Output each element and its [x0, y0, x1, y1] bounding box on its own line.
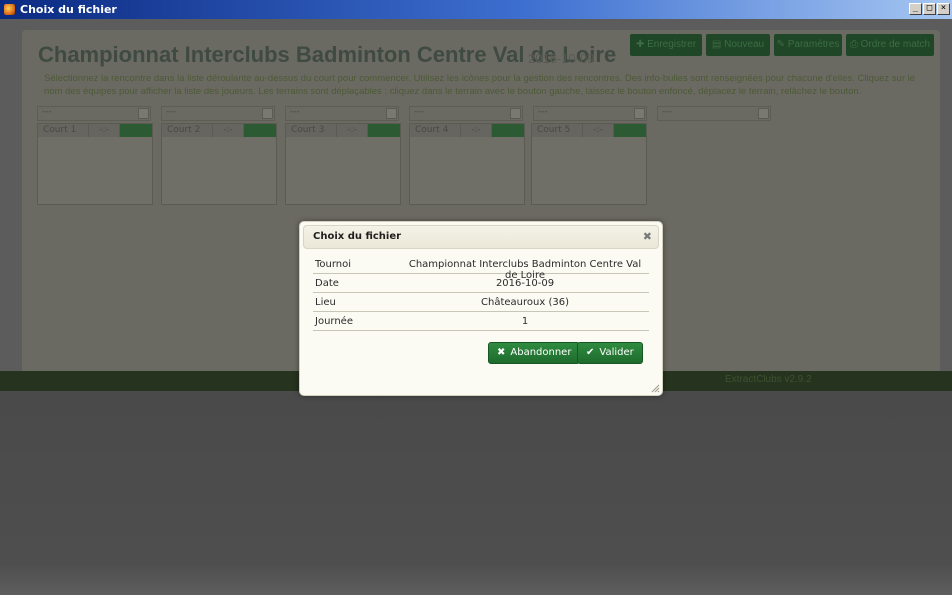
validate-button-label: Valider	[599, 347, 634, 358]
row-value: 1	[521, 316, 529, 327]
window-controls: _ □ ×	[909, 3, 950, 15]
info-row-date: Date 2016-10-09	[313, 275, 649, 293]
court-header: Court 1 -:-	[38, 124, 152, 137]
file-choice-dialog: Choix du fichier ✖ Tournoi Championnat I…	[299, 221, 663, 396]
info-row-journee: Journée 1	[313, 313, 649, 331]
court-name: Court 1	[43, 125, 77, 135]
court-name: Court 2	[167, 125, 201, 135]
court-1[interactable]: Court 1 -:-	[37, 123, 153, 205]
save-icon: ✚	[635, 39, 648, 50]
court-name: Court 4	[415, 125, 449, 135]
version-label: ExtractClubs v2.9.2	[725, 374, 812, 385]
dialog-title: Choix du fichier	[313, 231, 402, 242]
chevron-down-icon	[510, 108, 521, 119]
row-label: Journée	[315, 316, 353, 327]
court-2[interactable]: Court 2 -:-	[161, 123, 277, 205]
court-3[interactable]: Court 3 -:-	[285, 123, 401, 205]
info-row-tournoi: Tournoi Championnat Interclubs Badminton…	[313, 256, 649, 281]
court-status	[614, 124, 646, 137]
court-header: Court 2 -:-	[162, 124, 276, 137]
row-value: Châteauroux (36)	[481, 297, 569, 308]
match-select-1[interactable]: ---	[37, 106, 151, 121]
empty-area	[0, 391, 952, 595]
new-button[interactable]: ▤ Nouveau	[706, 34, 770, 56]
settings-button[interactable]: ✎ Paramètres	[774, 34, 842, 56]
match-select-2[interactable]: ---	[161, 106, 275, 121]
window-titlebar[interactable]: Choix du fichier _ □ ×	[0, 0, 952, 19]
chevron-down-icon	[386, 108, 397, 119]
match-select-6[interactable]: ---	[657, 106, 771, 121]
save-button[interactable]: ✚ Enregistrer	[630, 34, 702, 56]
court-status	[120, 124, 152, 137]
close-window-button[interactable]: ×	[937, 3, 950, 15]
minimize-button[interactable]: _	[909, 3, 922, 15]
chevron-down-icon	[262, 108, 273, 119]
court-header: Court 4 -:-	[410, 124, 524, 137]
resize-grip-icon[interactable]	[651, 384, 660, 393]
wrench-icon: ✎	[776, 39, 788, 50]
row-value: 2016-10-09	[495, 278, 555, 289]
court-name: Court 5	[537, 125, 571, 135]
instructions-text: Sélectionnez la rencontre dans la liste …	[44, 73, 916, 97]
match-select-3[interactable]: ---	[285, 106, 399, 121]
chevron-down-icon	[758, 108, 769, 119]
row-label: Tournoi	[315, 259, 352, 270]
validate-button[interactable]: ✔ Valider	[577, 342, 643, 364]
court-score: -:-	[582, 124, 614, 137]
court-header: Court 5 -:-	[532, 124, 646, 137]
chevron-down-icon	[138, 108, 149, 119]
court-status	[368, 124, 400, 137]
app-subtitle: 2016-10-09	[528, 51, 595, 66]
court-score: -:-	[212, 124, 244, 137]
info-row-lieu: Lieu Châteauroux (36)	[313, 294, 649, 312]
court-name: Court 3	[291, 125, 325, 135]
court-5[interactable]: Court 5 -:-	[531, 123, 647, 205]
court-score: -:-	[460, 124, 492, 137]
court-header: Court 3 -:-	[286, 124, 400, 137]
match-order-button[interactable]: ⎙ Ordre de match	[846, 34, 934, 56]
court-4[interactable]: Court 4 -:-	[409, 123, 525, 205]
print-icon: ⎙	[849, 39, 861, 50]
x-icon: ✖	[497, 347, 506, 358]
court-score: -:-	[336, 124, 368, 137]
chevron-down-icon	[634, 108, 645, 119]
court-status	[244, 124, 276, 137]
check-icon: ✔	[586, 347, 595, 358]
cancel-button-label: Abandonner	[510, 347, 572, 358]
file-icon: ▤	[711, 39, 725, 50]
court-status	[492, 124, 524, 137]
maximize-button[interactable]: □	[923, 3, 936, 15]
match-select-4[interactable]: ---	[409, 106, 523, 121]
close-icon[interactable]: ✖	[643, 230, 652, 243]
cancel-button[interactable]: ✖ Abandonner	[488, 342, 581, 364]
window-title: Choix du fichier	[20, 3, 117, 16]
app-icon	[4, 4, 15, 15]
row-label: Date	[315, 278, 339, 289]
row-label: Lieu	[315, 297, 336, 308]
dialog-header[interactable]: Choix du fichier ✖	[303, 225, 659, 249]
match-select-5[interactable]: ---	[533, 106, 647, 121]
court-score: -:-	[88, 124, 120, 137]
